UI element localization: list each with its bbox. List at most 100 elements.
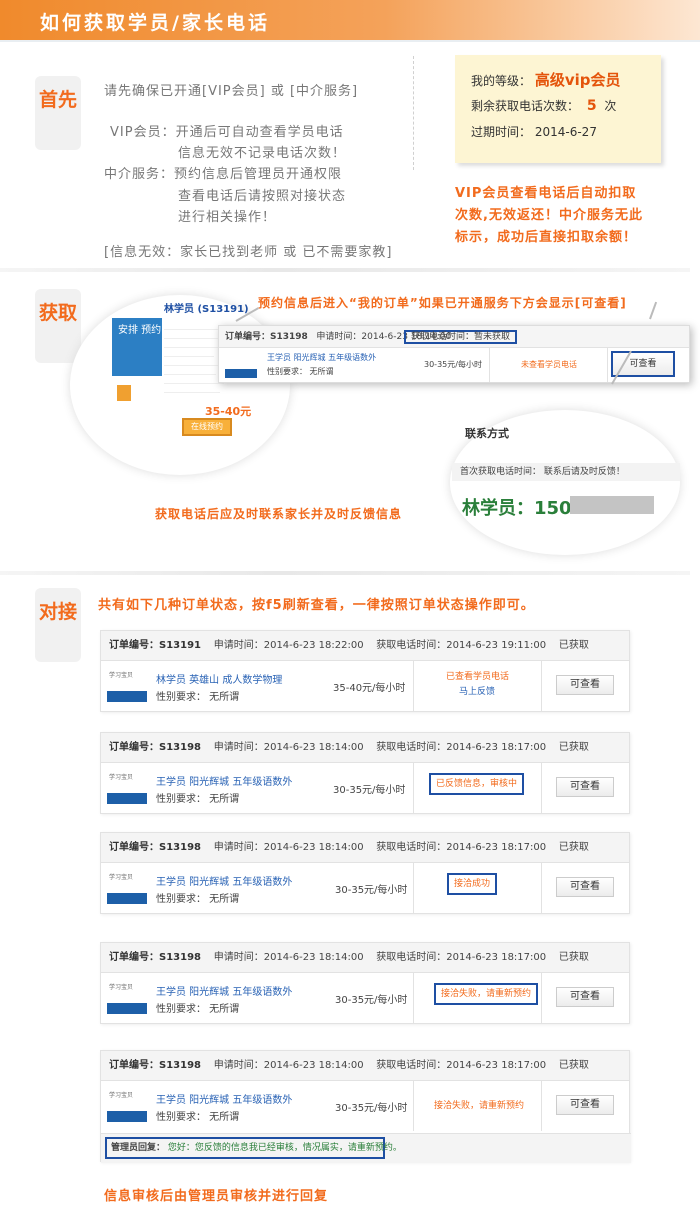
remain-label: 剩余获取电话次数： bbox=[471, 99, 580, 113]
order-no: 订单编号：S13198 bbox=[109, 842, 201, 853]
expire-label: 过期时间： bbox=[471, 125, 532, 139]
order-card: 订单编号：S13198 申请时间：2014-6-23 18:14:00 获取电话… bbox=[100, 732, 630, 814]
pop-price: 30-35元/每小时 bbox=[424, 360, 482, 369]
order-req: 性别要求： 无所谓 bbox=[156, 1112, 240, 1123]
order-student[interactable]: 王学员 阳光辉城 五年级语数外 bbox=[156, 983, 292, 998]
order-thumb: 学习宝贝 bbox=[107, 670, 147, 702]
order-card: 订单编号：S13198 申请时间：2014-6-23 18:14:00 获取电话… bbox=[100, 832, 630, 914]
view-button[interactable]: 可查看 bbox=[556, 877, 614, 897]
header-divider bbox=[0, 40, 700, 42]
pop-get-time: 获取电话时间：暂未获取 bbox=[404, 330, 518, 344]
order-head: 订单编号：S13198 申请时间：2014-6-23 18:14:00 获取电话… bbox=[101, 1051, 629, 1081]
admin-reply-row: 管理员回复： 您好：您反馈的信息我已经审核，情况属实，请重新预约。 bbox=[101, 1133, 631, 1163]
level-label: 我的等级： bbox=[471, 74, 532, 88]
get-time: 获取电话时间：2014-6-23 18:17:00 bbox=[376, 1060, 547, 1071]
order-no: 订单编号：S13198 bbox=[109, 952, 201, 963]
order-card: 订单编号：S13191 申请时间：2014-6-23 18:22:00 获取电话… bbox=[100, 630, 630, 712]
order-state: 已获取 bbox=[558, 952, 589, 963]
order-head: 订单编号：S13198 申请时间：2014-6-23 18:14:00 获取电话… bbox=[101, 943, 629, 973]
arrow-right bbox=[649, 301, 658, 320]
agent-line-1: 中介服务：预约信息后管理员开通权限 bbox=[104, 167, 343, 182]
section-tag-first: 首先 bbox=[35, 76, 81, 150]
order-price: 30-35元/每小时 bbox=[335, 995, 408, 1006]
pop-status: 未查看学员电话 bbox=[521, 360, 577, 369]
order-status: 接洽成功 bbox=[447, 873, 498, 895]
feedback-link[interactable]: 马上反馈 bbox=[459, 685, 495, 699]
order-head: 订单编号：S13198 申请时间：2014-6-23 18:14:00 获取电话… bbox=[101, 733, 629, 763]
pop-thumb bbox=[225, 352, 257, 378]
agent-line-2: 查看电话后请按照对接状态 bbox=[178, 189, 347, 204]
order-body: 学习宝贝 王学员 阳光辉城 五年级语数外 性别要求： 无所谓 30-35元/每小… bbox=[101, 973, 629, 1023]
order-thumb: 学习宝贝 bbox=[107, 772, 147, 804]
remain-value: 5 bbox=[586, 98, 597, 114]
order-student[interactable]: 王学员 阳光辉城 五年级语数外 bbox=[156, 1091, 292, 1106]
contact-name: 林学员：150 bbox=[462, 498, 572, 519]
apply-time: 申请时间：2014-6-23 18:14:00 bbox=[213, 742, 364, 753]
side-booking-tab[interactable]: 安排 预约 bbox=[112, 318, 162, 376]
order-no: 订单编号：S13198 bbox=[109, 1060, 201, 1071]
pop-view-button[interactable]: 可查看 bbox=[611, 351, 675, 377]
vip-note-line-1: VIP会员查看电话后自动扣取 bbox=[455, 186, 637, 201]
vip-deduct-note: VIP会员查看电话后自动扣取 次数,无效返还！中介服务无此 标示，成功后直接扣取… bbox=[455, 183, 643, 249]
order-price: 35-40元/每小时 bbox=[333, 683, 406, 694]
order-req: 性别要求： 无所谓 bbox=[156, 692, 240, 703]
member-info-card: 我的等级： 高级vip会员 剩余获取电话次数： 5 次 过期时间： 2014-6… bbox=[455, 55, 661, 163]
phone-mask bbox=[570, 496, 654, 514]
pop-student[interactable]: 王学员 阳光辉城 五年级语数外 bbox=[267, 352, 376, 363]
expire-value: 2014-6-27 bbox=[534, 125, 597, 139]
order-no: 订单编号：S13191 bbox=[109, 640, 201, 651]
dashed-divider bbox=[413, 56, 414, 170]
online-booking-button[interactable]: 在线预约 bbox=[182, 418, 232, 436]
contact-tip: 获取电话后应及时联系家长并及时反馈信息 bbox=[155, 507, 403, 521]
section-divider-2 bbox=[0, 571, 690, 575]
order-popup-head: 订单编号：S13198 申请时间：2014-6-23 18:14:00 获取电话… bbox=[219, 326, 689, 348]
order-student[interactable]: 王学员 阳光辉城 五年级语数外 bbox=[156, 873, 292, 888]
agent-line-3: 进行相关操作！ bbox=[178, 210, 277, 225]
order-student[interactable]: 王学员 阳光辉城 五年级语数外 bbox=[156, 773, 292, 788]
section-divider-1 bbox=[0, 268, 690, 272]
apply-time: 申请时间：2014-6-23 18:14:00 bbox=[213, 842, 364, 853]
view-button[interactable]: 可查看 bbox=[556, 987, 614, 1007]
admin-reply-label: 管理员回复： bbox=[111, 1143, 166, 1153]
level-value: 高级vip会员 bbox=[534, 71, 621, 89]
view-button[interactable]: 可查看 bbox=[556, 1095, 614, 1115]
get-time: 获取电话时间：2014-6-23 18:17:00 bbox=[376, 952, 547, 963]
vip-line-2: 信息无效不记录电话次数！ bbox=[178, 146, 347, 161]
pop-order-no: 订单编号：S13198 bbox=[225, 332, 308, 342]
order-req: 性别要求： 无所谓 bbox=[156, 1004, 240, 1015]
vip-line-1: VIP会员：开通后可自动查看学员电话 bbox=[110, 125, 344, 140]
view-button[interactable]: 可查看 bbox=[556, 675, 614, 695]
prereq-line: 请先确保已开通[VIP会员] 或 [中介服务] bbox=[104, 84, 359, 99]
order-status: 接洽失败，请重新预约 bbox=[434, 983, 539, 1005]
order-thumb: 学习宝贝 bbox=[107, 982, 147, 1014]
apply-time: 申请时间：2014-6-23 18:14:00 bbox=[213, 1060, 364, 1071]
vip-note-line-3: 标示，成功后直接扣取余额！ bbox=[455, 230, 638, 245]
invalid-note: [信息无效：家长已找到老师 或 已不需要家教] bbox=[104, 245, 393, 260]
apply-time: 申请时间：2014-6-23 18:14:00 bbox=[213, 952, 364, 963]
order-no: 订单编号：S13198 bbox=[109, 742, 201, 753]
order-student[interactable]: 林学员 英雄山 成人数学物理 bbox=[156, 671, 282, 686]
page-title: 如何获取学员/家长电话 bbox=[40, 12, 270, 34]
order-status: 已反馈信息，审核中 bbox=[429, 773, 525, 795]
admin-reply-box: 管理员回复： 您好：您反馈的信息我已经审核，情况属实，请重新预约。 bbox=[105, 1137, 402, 1159]
get-time: 获取电话时间：2014-6-23 18:17:00 bbox=[376, 842, 547, 853]
remain-row: 剩余获取电话次数： 5 次 bbox=[471, 93, 661, 119]
page-header: 如何获取学员/家长电话 bbox=[0, 0, 700, 40]
order-popup: 订单编号：S13198 申请时间：2014-6-23 18:14:00 获取电话… bbox=[218, 325, 690, 383]
contact-title: 联系方式 bbox=[465, 427, 509, 440]
order-card: 订单编号：S13198 申请时间：2014-6-23 18:14:00 获取电话… bbox=[100, 942, 630, 1024]
order-status: 已查看学员电话 bbox=[446, 672, 510, 682]
level-row: 我的等级： 高级vip会员 bbox=[471, 67, 661, 93]
order-head: 订单编号：S13198 申请时间：2014-6-23 18:14:00 获取电话… bbox=[101, 833, 629, 863]
order-card: 订单编号：S13198 申请时间：2014-6-23 18:14:00 获取电话… bbox=[100, 1050, 631, 1163]
order-thumb: 学习宝贝 bbox=[107, 1090, 147, 1122]
order-state: 已获取 bbox=[558, 1060, 589, 1071]
view-button[interactable]: 可查看 bbox=[556, 777, 614, 797]
vip-note-line-2: 次数,无效返还！中介服务无此 bbox=[455, 208, 643, 223]
side-orange-marker bbox=[117, 385, 131, 401]
order-body: 学习宝贝 林学员 英雄山 成人数学物理 性别要求： 无所谓 35-40元/每小时… bbox=[101, 661, 629, 711]
section-tag-connect: 对接 bbox=[35, 588, 81, 662]
order-head: 订单编号：S13191 申请时间：2014-6-23 18:22:00 获取电话… bbox=[101, 631, 629, 661]
contact-bar: 首次获取电话时间： 联系后请及时反馈！ bbox=[452, 463, 680, 481]
profile-price: 35-40元 bbox=[205, 405, 252, 418]
